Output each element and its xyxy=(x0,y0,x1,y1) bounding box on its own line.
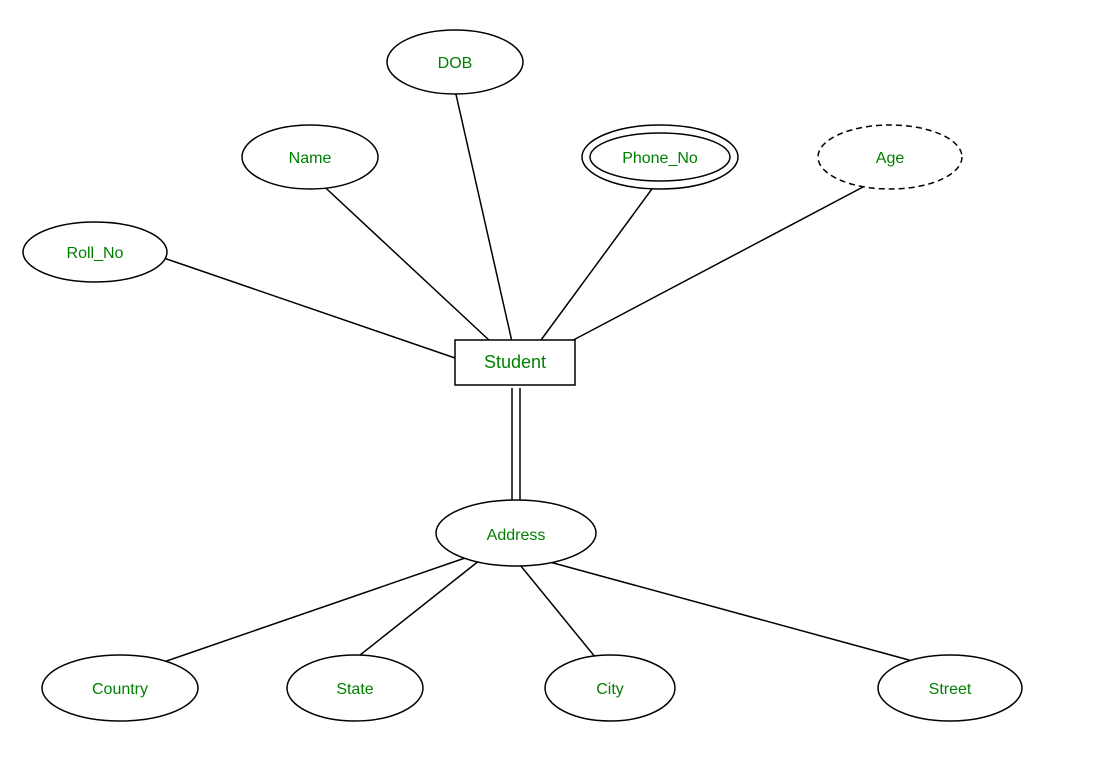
country-label: Country xyxy=(92,681,148,698)
phone-label: Phone_No xyxy=(622,150,698,167)
dob-label: DOB xyxy=(438,55,473,72)
rollno-label: Roll_No xyxy=(67,245,124,262)
student-label: Student xyxy=(484,352,546,372)
name-label: Name xyxy=(289,150,332,167)
address-label: Address xyxy=(487,527,546,544)
state-label: State xyxy=(336,681,373,698)
age-label: Age xyxy=(876,150,905,167)
street-label: Street xyxy=(929,681,972,698)
city-label: City xyxy=(596,681,624,698)
